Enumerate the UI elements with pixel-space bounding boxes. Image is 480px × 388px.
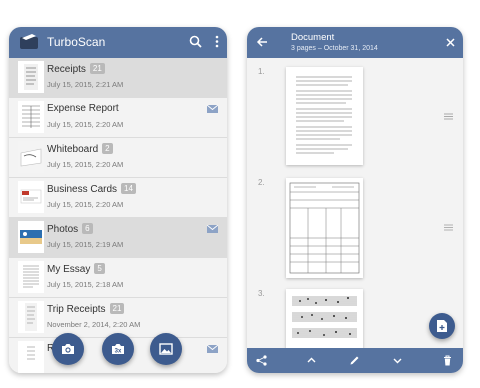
document-name: Whiteboard 2 bbox=[47, 143, 113, 155]
page-count-badge: 5 bbox=[94, 263, 105, 274]
document-date: July 15, 2015, 2:20 AM bbox=[47, 160, 124, 169]
page-count-badge: 21 bbox=[89, 63, 105, 74]
email-icon[interactable] bbox=[207, 345, 218, 353]
logo-icon bbox=[20, 34, 38, 49]
page-thumbnail[interactable] bbox=[286, 289, 363, 349]
document-date: November 2, 2014, 2:20 AM bbox=[47, 320, 141, 329]
document-thumbnail bbox=[18, 301, 44, 333]
document-name: Trip Receipts 21 bbox=[47, 303, 125, 315]
drag-handle-icon[interactable] bbox=[444, 224, 453, 231]
back-arrow-icon[interactable] bbox=[256, 36, 268, 48]
burst-label: 3x bbox=[115, 349, 122, 355]
delete-icon[interactable] bbox=[442, 355, 453, 366]
app-bar: Document 3 pages – October 31, 2014 bbox=[247, 27, 463, 58]
document-name: Photos 6 bbox=[47, 223, 93, 235]
chevron-down-icon[interactable] bbox=[392, 355, 403, 366]
document-subtitle: 3 pages – October 31, 2014 bbox=[291, 45, 378, 52]
page-number: 2. bbox=[258, 178, 265, 187]
list-item[interactable]: Expense Report July 15, 2015, 2:20 AM bbox=[9, 98, 227, 138]
document-name: My Essay 5 bbox=[47, 263, 105, 275]
document-name: Business Cards 14 bbox=[47, 183, 136, 195]
page-number: 1. bbox=[258, 67, 265, 76]
page-thumbnail[interactable] bbox=[286, 178, 363, 278]
page-thumbnail[interactable] bbox=[286, 67, 363, 165]
document-thumbnail bbox=[18, 261, 44, 293]
app-title: TurboScan bbox=[47, 35, 106, 49]
document-date: July 15, 2015, 2:20 AM bbox=[47, 120, 124, 129]
document-thumbnail bbox=[18, 101, 44, 133]
bottom-toolbar bbox=[247, 348, 463, 373]
close-icon[interactable] bbox=[446, 38, 455, 47]
document-date: July 15, 2015, 2:18 AM bbox=[47, 280, 124, 289]
page-count-badge: 21 bbox=[109, 303, 125, 314]
document-thumbnail bbox=[18, 61, 44, 93]
chevron-up-icon[interactable] bbox=[306, 355, 317, 366]
document-list: Receipts 21 July 15, 2015, 2:21 AM Expens… bbox=[9, 58, 227, 373]
list-item[interactable]: Business Cards 14 July 15, 2015, 2:20 AM bbox=[9, 178, 227, 218]
burst-camera-button[interactable]: 3x bbox=[102, 333, 134, 365]
document-thumbnail bbox=[18, 181, 44, 213]
new-document-button[interactable] bbox=[429, 313, 455, 339]
more-vert-icon[interactable] bbox=[215, 35, 219, 48]
email-icon[interactable] bbox=[207, 225, 218, 233]
burst-camera-icon: 3x bbox=[112, 344, 124, 355]
page-count-badge: 14 bbox=[121, 183, 136, 194]
document-date: July 15, 2015, 2:21 AM bbox=[47, 80, 124, 89]
app-bar: TurboScan bbox=[9, 27, 227, 58]
page-count-badge: 6 bbox=[82, 223, 93, 234]
document-thumbnail bbox=[18, 141, 44, 173]
gallery-button[interactable] bbox=[150, 333, 182, 365]
document-detail-screen: Document 3 pages – October 31, 2014 1. 2… bbox=[247, 27, 463, 373]
document-list-screen: TurboScan Receipts 21 July 15, 2015, 2:21… bbox=[9, 27, 227, 373]
document-thumbnail bbox=[18, 341, 44, 373]
page-count-badge: 2 bbox=[102, 143, 113, 154]
email-icon[interactable] bbox=[207, 105, 218, 113]
document-thumbnail bbox=[18, 221, 44, 253]
document-name: Expense Report bbox=[47, 103, 119, 114]
gallery-icon bbox=[159, 343, 173, 355]
list-item[interactable]: Photos 6 July 15, 2015, 2:19 AM bbox=[9, 218, 227, 258]
document-date: July 15, 2015, 2:19 AM bbox=[47, 240, 124, 249]
document-title: Document bbox=[291, 32, 335, 43]
page-number: 3. bbox=[258, 289, 265, 298]
camera-icon bbox=[62, 344, 74, 354]
drag-handle-icon[interactable] bbox=[444, 113, 453, 120]
edit-icon[interactable] bbox=[349, 355, 360, 366]
list-item[interactable]: Whiteboard 2 July 15, 2015, 2:20 AM bbox=[9, 138, 227, 178]
share-icon[interactable] bbox=[256, 355, 267, 366]
list-item[interactable]: My Essay 5 July 15, 2015, 2:18 AM bbox=[9, 258, 227, 298]
document-date: July 15, 2015, 2:20 AM bbox=[47, 200, 124, 209]
new-document-icon bbox=[437, 320, 447, 332]
document-name: Receipts 21 bbox=[47, 63, 105, 75]
list-item[interactable]: Trip Receipts 21 November 2, 2014, 2:20 A… bbox=[9, 298, 227, 338]
search-icon[interactable] bbox=[189, 35, 202, 48]
list-item[interactable]: Receipts 21 July 15, 2015, 2:21 AM bbox=[9, 58, 227, 98]
camera-button[interactable] bbox=[52, 333, 84, 365]
